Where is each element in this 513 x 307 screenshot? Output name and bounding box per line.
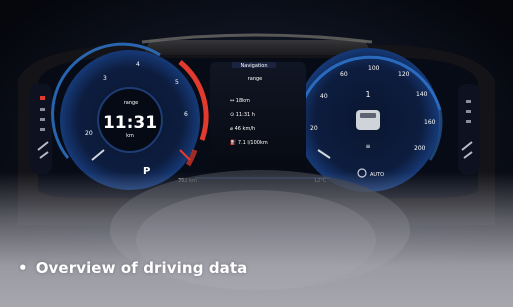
svg-text:range: range [248,76,263,82]
svg-text:6: 6 [184,111,188,118]
svg-text:4: 4 [136,61,140,68]
svg-text:Navigation: Navigation [241,63,268,69]
svg-text:20: 20 [85,130,93,137]
svg-text:1: 1 [365,90,370,99]
caption-text: Overview of driving data [35,259,248,277]
svg-text:120: 120 [398,71,410,78]
steering-wheel-blur [0,172,513,307]
svg-text:200: 200 [414,145,426,152]
caption: • Overview of driving data [18,259,247,277]
svg-text:40: 40 [320,93,328,100]
svg-text:km: km [126,133,134,139]
svg-text:60: 60 [340,71,348,78]
svg-text:5: 5 [175,79,179,86]
svg-text:100: 100 [368,65,380,72]
svg-text:≡: ≡ [365,143,370,150]
svg-text:⌀ 46 km/h: ⌀ 46 km/h [230,126,255,132]
svg-text:160: 160 [424,119,436,126]
svg-text:↔ 18km: ↔ 18km [230,98,250,104]
speedometer-dial: 40 60 100 120 140 160 200 20 1 ≡ [295,48,443,192]
svg-text:⊙ 11:31 h: ⊙ 11:31 h [230,112,255,118]
svg-text:3: 3 [103,75,107,82]
clock-display: 11:31 [103,113,157,133]
caption-bullet: • [18,259,28,277]
svg-text:20: 20 [310,125,318,132]
svg-text:⛽ 7.1 l/100km: ⛽ 7.1 l/100km [230,139,268,146]
svg-text:140: 140 [416,91,428,98]
svg-text:range: range [124,100,139,106]
